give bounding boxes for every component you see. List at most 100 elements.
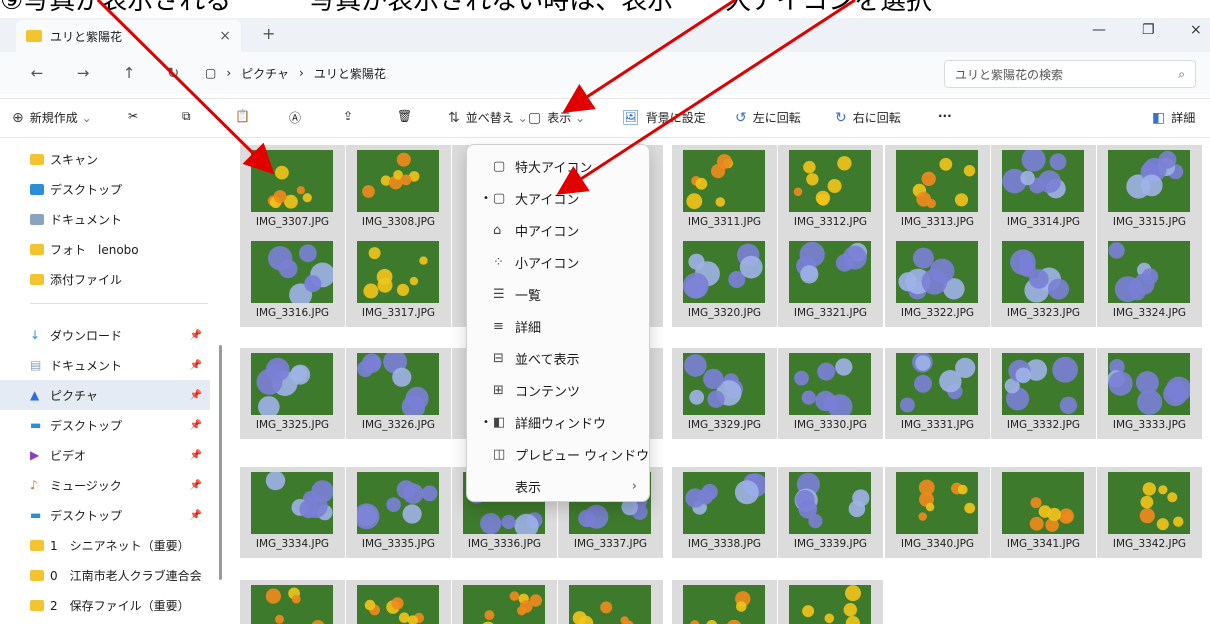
file-item[interactable]: IMG_3339.JPG — [778, 467, 883, 558]
rename-icon[interactable]: Ⓐ — [289, 109, 301, 126]
file-item[interactable] — [558, 580, 663, 624]
file-item[interactable]: IMG_3323.JPG — [991, 236, 1096, 327]
tab-lily-hydrangea[interactable]: ユリと紫陽花 × — [16, 20, 241, 52]
view-button[interactable]: ▢ 表示 ⌄ — [528, 109, 585, 126]
menu-item[interactable]: ⁘ 小アイコン — [467, 245, 651, 279]
tab-close-button[interactable]: × — [219, 28, 231, 44]
menu-item[interactable]: ≡ 詳細 — [467, 309, 651, 343]
file-item[interactable]: IMG_3342.JPG — [1097, 467, 1202, 558]
menu-item[interactable]: 表示 › — [467, 469, 651, 503]
sidebar-item[interactable]: ↓ ダウンロード 📌 — [0, 320, 210, 350]
file-item[interactable]: IMG_3322.JPG — [885, 236, 990, 327]
sidebar-item[interactable]: ▬ デスクトップ 📌 — [0, 500, 210, 530]
file-item[interactable]: IMG_3333.JPG — [1097, 348, 1202, 439]
restore-button[interactable]: ❐ — [1142, 22, 1155, 38]
back-button[interactable]: ← — [22, 64, 52, 82]
lily-flower — [921, 171, 936, 186]
lily-flower — [1158, 485, 1168, 495]
file-item[interactable]: IMG_3315.JPG — [1097, 145, 1202, 236]
sidebar-item[interactable]: ▲ ピクチャ 📌 — [0, 380, 210, 410]
more-options-button[interactable]: ··· — [938, 109, 952, 123]
sidebar-item[interactable]: › デスクトップ — [0, 174, 210, 204]
sidebar-item[interactable]: › フォト lenobo — [0, 234, 210, 264]
file-item[interactable]: IMG_3338.JPG — [672, 467, 777, 558]
file-item[interactable]: IMG_3326.JPG — [346, 348, 451, 439]
menu-item[interactable]: ◫ プレビュー ウィンドウ — [467, 437, 651, 471]
rotate-right-label: 右に回転 — [852, 111, 901, 125]
file-item[interactable] — [778, 580, 883, 624]
sidebar-item[interactable]: ▶ ビデオ 📌 — [0, 440, 210, 470]
file-item[interactable]: IMG_3311.JPG — [672, 145, 777, 236]
file-item[interactable]: IMG_3341.JPG — [991, 467, 1096, 558]
file-item[interactable]: IMG_3308.JPG — [346, 145, 451, 236]
file-item[interactable]: IMG_3334.JPG — [240, 467, 345, 558]
menu-item[interactable]: ☰ 一覧 — [467, 277, 651, 311]
file-item[interactable]: IMG_3329.JPG — [672, 348, 777, 439]
sidebar-item-label: フォト lenobo — [50, 242, 139, 257]
set-background-button[interactable]: 🖼 背景に設定 — [622, 109, 706, 126]
menu-item[interactable]: ▢ 特大アイコン — [467, 149, 651, 183]
new-button[interactable]: ⊕ 新規作成 ⌄ — [12, 109, 92, 126]
file-item[interactable]: IMG_3330.JPG — [778, 348, 883, 439]
file-item[interactable]: IMG_3316.JPG — [240, 236, 345, 327]
file-item[interactable]: IMG_3335.JPG — [346, 467, 451, 558]
delete-icon[interactable]: 🗑 — [397, 109, 412, 123]
sidebar-item[interactable]: › 添付ファイル — [0, 264, 210, 294]
file-item[interactable]: IMG_3331.JPG — [885, 348, 990, 439]
file-item[interactable]: IMG_3321.JPG — [778, 236, 883, 327]
file-item[interactable]: IMG_3314.JPG — [991, 145, 1096, 236]
sidebar-item[interactable]: ♪ ミュージック 📌 — [0, 470, 210, 500]
sidebar-item[interactable]: › スキャン — [0, 144, 210, 174]
sidebar-item[interactable]: › ドキュメント — [0, 204, 210, 234]
file-item[interactable] — [346, 580, 451, 624]
chevron-right-icon[interactable]: › — [0, 274, 34, 285]
chevron-right-icon[interactable]: › — [0, 154, 34, 165]
refresh-button[interactable]: ↻ — [158, 64, 188, 82]
chevron-right-icon[interactable]: › — [0, 184, 34, 195]
minimize-button[interactable]: — — [1092, 22, 1106, 38]
paste-icon[interactable]: 📋 — [235, 109, 250, 123]
file-item[interactable]: IMG_3312.JPG — [778, 145, 883, 236]
file-item[interactable]: IMG_3325.JPG — [240, 348, 345, 439]
sidebar-item[interactable]: ▬ デスクトップ 📌 — [0, 410, 210, 440]
forward-button[interactable]: → — [68, 64, 98, 82]
details-pane-button[interactable]: ◧ 詳細 — [1152, 109, 1195, 126]
rotate-left-button[interactable]: ↺ 左に回転 — [735, 109, 801, 126]
new-tab-button[interactable]: + — [262, 24, 275, 43]
copy-icon[interactable]: ⧉ — [182, 109, 191, 124]
menu-item[interactable]: ⊞ コンテンツ — [467, 373, 651, 407]
menu-item[interactable]: • ◧ 詳細ウィンドウ — [467, 405, 651, 439]
menu-item[interactable]: ⊟ 並べて表示 — [467, 341, 651, 375]
sidebar-item[interactable]: 2 保存ファイル（重要） — [0, 590, 210, 620]
file-item[interactable] — [672, 580, 777, 624]
sidebar-item[interactable]: 1 シニアネット（重要） — [0, 530, 210, 560]
chevron-right-icon[interactable]: › — [0, 244, 34, 255]
thumbnail-frame — [896, 150, 978, 212]
menu-item[interactable]: ⌂ 中アイコン — [467, 213, 651, 247]
rotate-right-button[interactable]: ↻ 右に回転 — [835, 109, 901, 126]
file-item[interactable] — [240, 580, 345, 624]
search-input[interactable]: ユリと紫陽花の検索 ⌕ — [944, 60, 1196, 88]
sidebar-item[interactable]: 0 江南市老人クラブ連合会 — [0, 560, 210, 590]
chevron-right-icon[interactable]: › — [0, 214, 34, 225]
thumbnail-frame — [683, 472, 765, 534]
file-item[interactable]: IMG_3324.JPG — [1097, 236, 1202, 327]
selected-indicator: • — [483, 416, 489, 428]
breadcrumb-pictures[interactable]: ピクチャ — [241, 65, 289, 82]
file-item[interactable]: IMG_3313.JPG — [885, 145, 990, 236]
share-icon[interactable]: ⇪ — [343, 109, 353, 123]
sidebar-scrollbar[interactable] — [219, 345, 222, 580]
file-item[interactable]: IMG_3317.JPG — [346, 236, 451, 327]
up-button[interactable]: ↑ — [114, 64, 144, 82]
file-item[interactable]: IMG_3340.JPG — [885, 467, 990, 558]
breadcrumb-current-folder[interactable]: ユリと紫陽花 — [314, 65, 386, 82]
file-item[interactable]: IMG_3332.JPG — [991, 348, 1096, 439]
file-item[interactable] — [452, 580, 557, 624]
menu-item[interactable]: • ▢ 大アイコン — [467, 181, 651, 215]
sidebar-item[interactable]: ▤ ドキュメント 📌 — [0, 350, 210, 380]
close-button[interactable]: × — [1190, 22, 1202, 38]
cut-icon[interactable]: ✂ — [128, 109, 138, 123]
sort-button[interactable]: ⇅ 並べ替え ⌄ — [448, 109, 528, 126]
file-item[interactable]: IMG_3320.JPG — [672, 236, 777, 327]
file-item[interactable]: IMG_3307.JPG — [240, 145, 345, 236]
